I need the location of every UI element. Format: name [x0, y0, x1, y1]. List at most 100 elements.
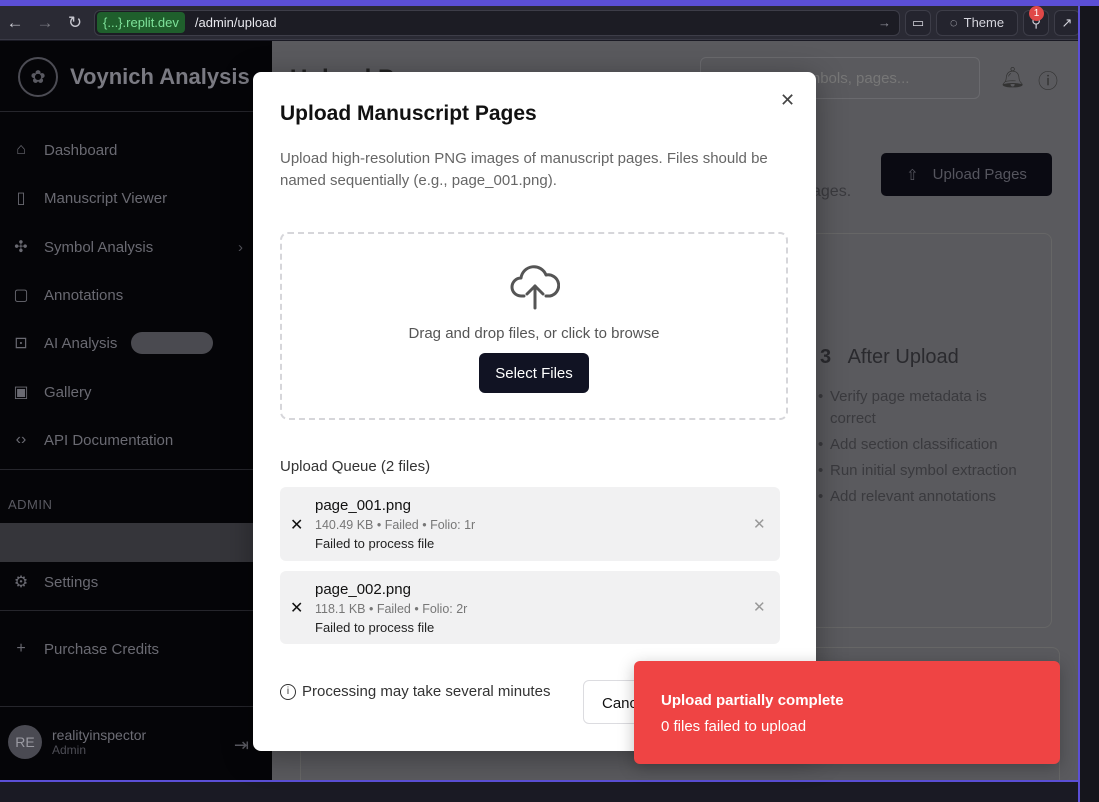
puzzle-icon: ✣ [14, 239, 28, 256]
info-icon: i [280, 683, 296, 700]
sidebar-item-label: Purchase Credits [44, 640, 160, 658]
dropzone-text: Drag and drop files, or click to browse [408, 325, 660, 342]
sidebar-item-annotations[interactable]: ▢ Annotations [10, 284, 123, 306]
step-title: After Upload [847, 346, 959, 368]
upload-pages-button[interactable]: ⇧ Upload Pages [881, 153, 1052, 196]
sidebar-divider [0, 706, 272, 707]
app-logo[interactable]: ✿ Voynich Analysis [18, 57, 250, 97]
failed-icon: ✕ [290, 517, 304, 534]
select-files-button[interactable]: Select Files [479, 353, 589, 393]
upload-queue-title: Upload Queue (2 files) [280, 458, 431, 475]
external-link-icon: ↗ [1061, 14, 1073, 30]
forward-icon[interactable]: → [30, 13, 60, 33]
back-icon[interactable]: ← [0, 13, 30, 33]
list-item: ✕ page_001.png 140.49 KB • Failed • Foli… [280, 487, 780, 561]
window-bottom-accent [0, 780, 1080, 782]
open-external-button[interactable]: ↗ [1054, 9, 1080, 36]
remove-file-icon[interactable]: ✕ [753, 598, 766, 616]
palette-icon: ◌ [949, 15, 958, 30]
file-error: Failed to process file [315, 620, 435, 635]
sidebar: ✿ Voynich Analysis ⌂ Dashboard ▯ Manuscr… [0, 41, 272, 780]
url-path: /admin/upload [194, 15, 277, 30]
sidebar-item-symbol-analysis[interactable]: ✣ Symbol Analysis › [10, 236, 243, 258]
sidebar-item-gallery[interactable]: ▣ Gallery [10, 381, 92, 403]
browser-toolbar: ← → ↻ {...}.replit.dev /admin/upload → ▭… [0, 5, 1080, 40]
file-name: page_002.png [315, 581, 411, 598]
bot-icon: ⊡ [14, 335, 28, 352]
sidebar-item-purchase-credits[interactable]: + Purchase Credits [10, 638, 159, 660]
file-dropzone[interactable]: Drag and drop files, or click to browse … [280, 232, 788, 420]
bell-icon[interactable]: 🔔︎ [1000, 65, 1025, 90]
address-bar[interactable]: {...}.replit.dev /admin/upload → [94, 9, 900, 36]
cloud-upload-icon [510, 265, 560, 310]
gallery-icon: ▣ [13, 384, 29, 401]
sidebar-item-label: Gallery [44, 383, 92, 401]
sidebar-divider [0, 610, 272, 611]
sidebar-item-ai-analysis[interactable]: ⊡ AI Analysis [10, 332, 117, 354]
sidebar-item-label: Annotations [44, 286, 124, 304]
user-name: realityinspector [52, 727, 147, 743]
monitor-icon: ▭ [911, 14, 925, 30]
sidebar-item-label: AI Analysis [44, 334, 118, 352]
sidebar-item-label: Dashboard [44, 141, 118, 159]
step-number: 3 [820, 346, 832, 368]
list-item: Run initial symbol extraction [818, 460, 1018, 482]
gear-icon: ⚙ [13, 574, 29, 591]
reload-icon[interactable]: ↻ [60, 13, 90, 33]
toast-message: 0 files failed to upload [661, 718, 807, 735]
theme-button[interactable]: ◌ Theme [936, 9, 1018, 36]
upload-dialog: Upload Manuscript Pages ✕ Upload high-re… [253, 72, 816, 751]
page-subtitle: ages. [812, 183, 852, 200]
toast-title: Upload partially complete [661, 692, 844, 709]
logo-icon: ✿ [18, 57, 58, 97]
theme-label: Theme [963, 15, 1005, 30]
browser-window: ← → ↻ {...}.replit.dev /admin/upload → ▭… [0, 0, 1099, 802]
sidebar-divider [0, 469, 272, 470]
app-name: Voynich Analysis [70, 64, 250, 89]
sidebar-item-dashboard[interactable]: ⌂ Dashboard [10, 139, 117, 161]
home-icon: ⌂ [16, 141, 26, 158]
sidebar-item-settings[interactable]: ⚙ Settings [10, 571, 98, 593]
file-meta: 140.49 KB • Failed • Folio: 1r [315, 518, 476, 532]
user-role: Admin [52, 743, 87, 757]
url-host: {...}.replit.dev [97, 12, 185, 33]
book-icon: ▯ [16, 190, 26, 207]
error-toast[interactable]: Upload partially complete 0 files failed… [634, 661, 1060, 764]
logout-icon[interactable]: ⇥ [234, 735, 249, 756]
file-name: page_001.png [315, 497, 411, 514]
sidebar-item-upload-active[interactable] [0, 523, 262, 562]
notification-badge: 1 [1029, 5, 1044, 21]
go-arrow-icon[interactable]: → [878, 15, 891, 30]
after-upload-list: Verify page metadata is correct Add sect… [818, 386, 1018, 512]
sidebar-divider [0, 111, 272, 112]
list-item: Add relevant annotations [818, 486, 1018, 508]
devtools-button[interactable]: ▭ [905, 9, 931, 36]
sidebar-item-label: API Documentation [44, 431, 174, 449]
list-item: ✕ page_002.png 118.1 KB • Failed • Folio… [280, 571, 780, 644]
close-icon[interactable]: ✕ [780, 90, 795, 111]
list-item: Verify page metadata is correct [818, 386, 1018, 430]
dialog-title: Upload Manuscript Pages [280, 102, 537, 125]
processing-note: i Processing may take several minutes [280, 683, 550, 700]
user-profile[interactable]: RE realityinspector Admin [8, 725, 146, 759]
sidebar-item-label: Symbol Analysis [44, 238, 154, 256]
sidebar-item-manuscript-viewer[interactable]: ▯ Manuscript Viewer [10, 187, 168, 209]
message-icon: ▢ [13, 287, 29, 304]
admin-section-label: ADMIN [8, 497, 53, 512]
code-icon: ‹› [15, 431, 27, 448]
after-upload-heading: 3 After Upload [820, 346, 959, 369]
dialog-description: Upload high-resolution PNG images of man… [280, 150, 768, 189]
file-meta: 118.1 KB • Failed • Folio: 2r [315, 602, 468, 616]
tools-button[interactable]: ⚲ 1 [1023, 5, 1049, 36]
plus-icon: + [16, 640, 26, 657]
upload-icon: ⇧ [906, 166, 919, 184]
failed-icon: ✕ [290, 600, 304, 617]
sidebar-item-api-documentation[interactable]: ‹› API Documentation [10, 429, 174, 451]
avatar: RE [8, 725, 42, 759]
chevron-right-icon: › [238, 238, 243, 256]
help-icon[interactable]: ⓘ [1038, 65, 1058, 94]
window-right-edge [1078, 6, 1099, 802]
processing-note-text: Processing may take several minutes [302, 683, 551, 700]
remove-file-icon[interactable]: ✕ [753, 515, 766, 533]
file-error: Failed to process file [315, 536, 435, 551]
